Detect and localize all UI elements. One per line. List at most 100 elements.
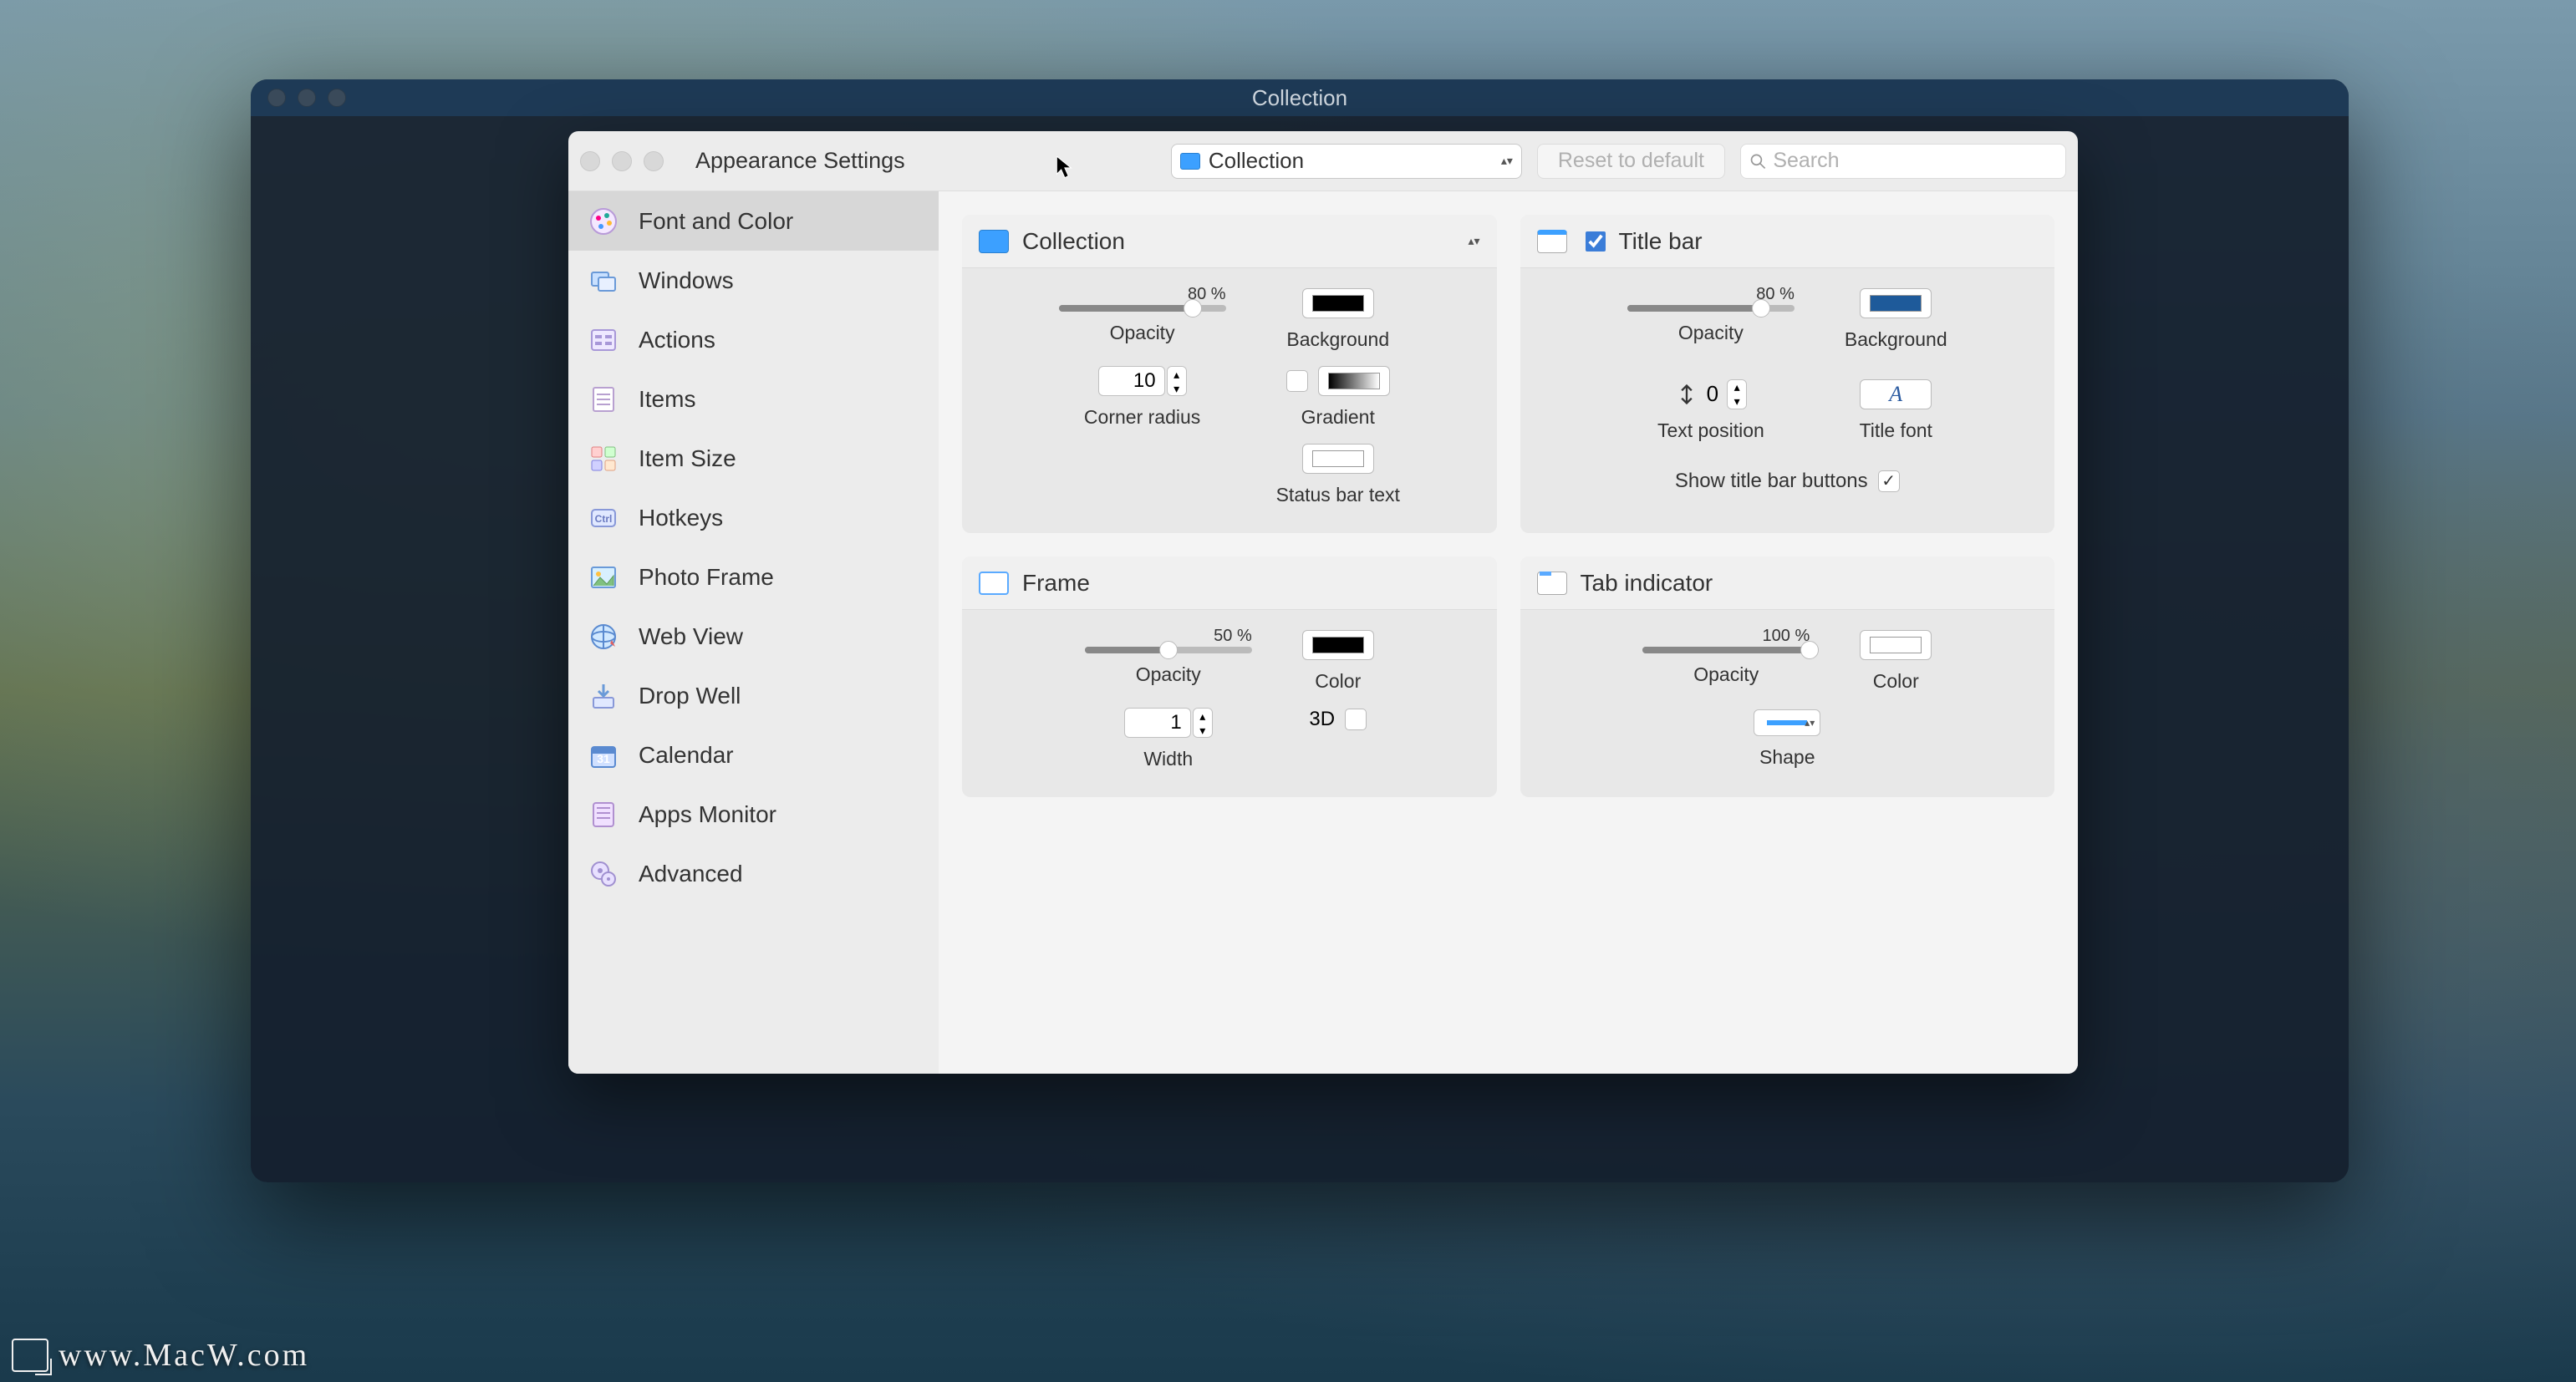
show-titlebar-buttons-label: Show title bar buttons [1675,470,1868,493]
statusbar-text-colorwell[interactable] [1302,444,1374,474]
sidebar-item-items[interactable]: Items [568,369,939,429]
text-position-stepper[interactable]: 0 ▴▾ [1675,379,1747,409]
content-area: Collection ▴▾ 80 % Opacity [939,191,2078,1074]
sidebar-item-web-view[interactable]: Web View [568,607,939,666]
sidebar-item-label: Actions [639,327,715,353]
sidebar[interactable]: Font and Color Windows Actions [568,191,939,1074]
statusbar-label: Status bar text [1276,484,1400,506]
titlebar-opacity-slider[interactable]: 80 % [1627,288,1795,312]
sidebar-item-item-size[interactable]: Item Size [568,429,939,488]
collection-dropdown[interactable]: Collection ▴▾ [1171,144,1522,179]
outer-window-title: Collection [1252,85,1347,111]
reset-to-default-button[interactable]: Reset to default [1537,144,1725,179]
gradient-label: Gradient [1301,406,1375,429]
sidebar-item-apps-monitor[interactable]: Apps Monitor [568,785,939,844]
sidebar-item-advanced[interactable]: Advanced [568,844,939,903]
folder-icon [1180,153,1200,170]
sidebar-item-label: Item Size [639,445,736,472]
frame-color-colorwell[interactable] [1302,630,1374,660]
stepper-up[interactable]: ▴ [1168,367,1186,381]
corner-radius-input[interactable] [1098,366,1165,396]
sidebar-item-photo-frame[interactable]: Photo Frame [568,547,939,607]
opacity-label: Opacity [1110,322,1175,344]
outer-window: Collection Appearance Settings Collectio… [251,79,2349,1182]
tab-opacity-slider[interactable]: 100 % [1642,630,1810,653]
watermark-icon [12,1339,48,1372]
outer-titlebar[interactable]: Collection [251,79,2349,116]
sidebar-item-windows[interactable]: Windows [568,251,939,310]
collection-background-colorwell[interactable] [1302,288,1374,318]
sidebar-item-label: Font and Color [639,208,793,235]
advanced-icon [585,856,622,892]
sidebar-item-calendar[interactable]: 31 Calendar [568,725,939,785]
show-titlebar-buttons-checkbox[interactable] [1878,470,1900,492]
item-size-icon [585,440,622,477]
frame-width-stepper[interactable]: ▴▾ [1124,708,1213,738]
close-button[interactable] [580,151,600,171]
frame-opacity-slider[interactable]: 50 % [1085,630,1252,653]
search-box[interactable] [1740,144,2066,179]
minimize-button[interactable] [612,151,632,171]
outer-traffic-lights[interactable] [267,89,346,107]
sidebar-item-label: Items [639,386,695,413]
panel-collection: Collection ▴▾ 80 % Opacity [962,215,1497,533]
frame-header-icon [979,572,1009,595]
sidebar-item-drop-well[interactable]: Drop Well [568,666,939,725]
titlebar-enable-checkbox[interactable] [1586,231,1606,252]
background-label: Background [1286,328,1389,351]
stepper-down[interactable]: ▾ [1194,723,1212,737]
traffic-lights[interactable] [580,151,664,171]
hotkeys-icon: Ctrl [585,500,622,536]
threeD-checkbox[interactable] [1345,709,1367,730]
text-position-label: Text position [1657,419,1764,442]
sidebar-item-label: Web View [639,623,743,650]
gradient-colorwell[interactable] [1318,366,1390,396]
color-label: Color [1873,670,1919,693]
actions-icon [585,322,622,358]
sidebar-item-font-and-color[interactable]: Font and Color [568,191,939,251]
collection-opacity-slider[interactable]: 80 % [1059,288,1226,312]
frame-width-input[interactable] [1124,708,1191,738]
stepper-down[interactable]: ▾ [1728,394,1746,409]
drop-well-icon [585,678,622,714]
panel-titlebar: Title bar 80 % Opacity [1520,215,2055,533]
svg-text:31: 31 [597,752,610,765]
outer-minimize-button[interactable] [298,89,316,107]
toolbar-title: Appearance Settings [695,148,905,174]
outer-close-button[interactable] [267,89,286,107]
sidebar-item-hotkeys[interactable]: Ctrl Hotkeys [568,488,939,547]
stepper-down[interactable]: ▾ [1168,381,1186,395]
color-label: Color [1315,670,1361,693]
zoom-button[interactable] [644,151,664,171]
watermark-text: www.MacW.com [59,1337,309,1374]
title-font-button[interactable]: A [1860,379,1932,409]
apps-monitor-icon [585,796,622,833]
settings-window: Appearance Settings Collection ▴▾ Reset … [568,131,2078,1074]
search-input[interactable] [1773,149,2057,173]
settings-toolbar: Appearance Settings Collection ▴▾ Reset … [568,131,2078,191]
web-view-icon [585,618,622,655]
chevron-updown-icon[interactable]: ▴▾ [1468,234,1479,248]
svg-text:Ctrl: Ctrl [595,513,613,525]
photo-frame-icon [585,559,622,596]
corner-radius-stepper[interactable]: ▴▾ [1098,366,1187,396]
sidebar-item-actions[interactable]: Actions [568,310,939,369]
panel-frame-header: Frame [962,556,1497,610]
titlebar-background-colorwell[interactable] [1860,288,1932,318]
tab-shape-select[interactable]: ▴▾ [1754,709,1820,736]
titlebar-header-icon [1537,230,1567,253]
panel-collection-header[interactable]: Collection ▴▾ [962,215,1497,268]
tab-color-colorwell[interactable] [1860,630,1932,660]
items-icon [585,381,622,418]
chevron-updown-icon: ▴▾ [1501,154,1513,168]
gradient-checkbox[interactable] [1286,370,1308,392]
shape-label: Shape [1759,746,1815,769]
outer-zoom-button[interactable] [328,89,346,107]
stepper-up[interactable]: ▴ [1728,380,1746,394]
stepper-up[interactable]: ▴ [1194,709,1212,723]
corner-radius-label: Corner radius [1084,406,1200,429]
palette-icon [585,203,622,240]
calendar-icon: 31 [585,737,622,774]
threeD-label: 3D [1309,708,1335,731]
search-icon [1749,152,1766,170]
